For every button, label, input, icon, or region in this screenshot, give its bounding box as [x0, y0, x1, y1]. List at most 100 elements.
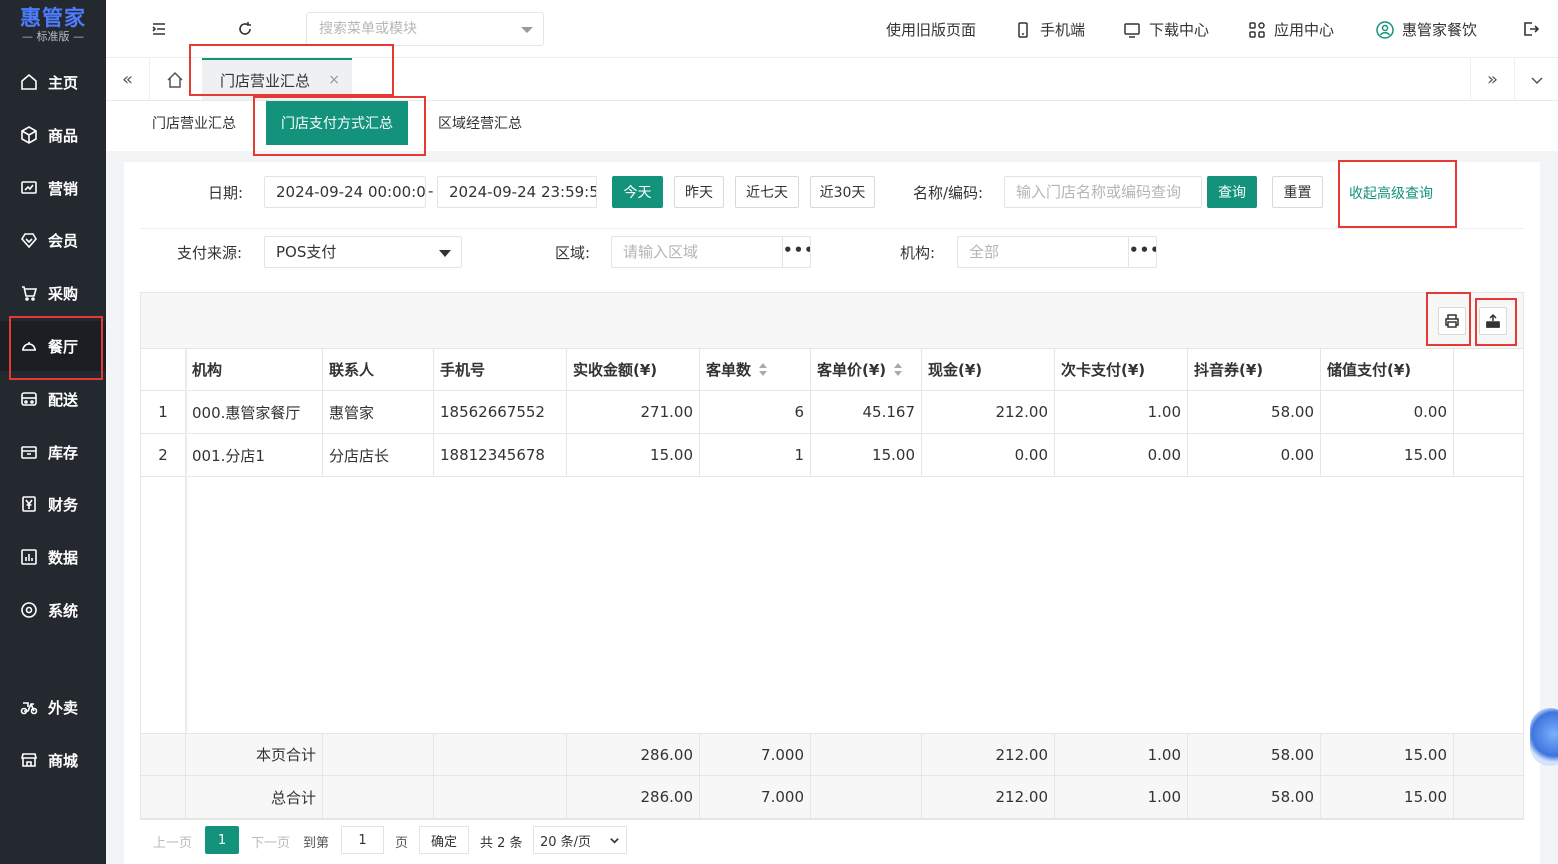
tabs-scroll-left-icon[interactable]: « — [106, 58, 150, 101]
app-center-link[interactable]: 应用中心 — [1248, 19, 1334, 40]
sidebar-item-label: 配送 — [48, 390, 79, 409]
page-number-current[interactable]: 1 — [205, 826, 239, 854]
query-button[interactable]: 查询 — [1207, 176, 1257, 208]
table-row[interactable]: 2 001.分店1 分店店长 18812345678 15.00 1 15.00… — [141, 434, 1523, 477]
column-header-org: 机构 — [186, 349, 323, 390]
goto-confirm-button[interactable]: 确定 — [419, 826, 469, 854]
sidebar-item-data[interactable]: 数据 — [0, 532, 106, 582]
sidebar: 惠管家 — 标准版 — 主页 商品 营销 会员 采购 餐厅 配送 库存 财务 数… — [0, 0, 106, 864]
cell-received-total: 286.00 — [567, 776, 700, 818]
cell-card-total: 1.00 — [1055, 734, 1188, 775]
cell-empty — [434, 734, 567, 775]
apps-icon — [1249, 21, 1265, 38]
next-page-button[interactable]: 下一页 — [251, 832, 290, 851]
mobile-link[interactable]: 手机端 — [1014, 19, 1085, 40]
sidebar-item-mall[interactable]: 商城 — [0, 735, 106, 785]
sidebar-item-purchase[interactable]: 采购 — [0, 268, 106, 318]
sort-icon[interactable] — [759, 362, 768, 377]
sidebar-item-label: 主页 — [48, 73, 79, 92]
date-end-input[interactable]: 2024-09-24 23:59:59 — [437, 176, 597, 208]
column-header-douyin: 抖音券(¥) — [1188, 349, 1321, 390]
reset-button[interactable]: 重置 — [1272, 176, 1323, 208]
chevron-down-icon — [610, 837, 619, 844]
cell-cash: 212.00 — [922, 391, 1055, 433]
sidebar-item-label: 采购 — [48, 284, 79, 303]
last-30-days-button[interactable]: 近30天 — [810, 176, 875, 208]
column-header-order-count[interactable]: 客单数 — [700, 349, 811, 390]
export-button[interactable] — [1479, 307, 1507, 335]
sidebar-item-home[interactable]: 主页 — [0, 57, 106, 107]
sidebar-item-label: 餐厅 — [48, 337, 79, 356]
subtab-store-business[interactable]: 门店营业汇总 — [138, 101, 250, 145]
close-icon[interactable]: × — [328, 72, 340, 88]
date-separator: - — [428, 182, 434, 200]
cell-index: 1 — [141, 391, 186, 433]
column-header-avg-price[interactable]: 客单价(¥) — [811, 349, 922, 390]
sidebar-item-restaurant[interactable]: 餐厅 — [0, 321, 106, 371]
refresh-icon[interactable] — [234, 18, 256, 40]
cell-order-count: 6 — [700, 391, 811, 433]
region-input[interactable]: 请输入区域 ••• — [611, 236, 811, 268]
page-size-value: 20 条/页 — [540, 834, 592, 850]
sidebar-item-marketing[interactable]: 营销 — [0, 163, 106, 213]
sidebar-item-finance[interactable]: 财务 — [0, 479, 106, 529]
goto-page-input[interactable]: 1 — [341, 826, 384, 854]
print-button[interactable] — [1438, 307, 1466, 335]
cell-cash-total: 212.00 — [922, 776, 1055, 818]
cell-org: 001.分店1 — [186, 434, 323, 476]
goto-label: 到第 — [303, 836, 330, 851]
sidebar-item-takeout[interactable]: 外卖 — [0, 682, 106, 732]
org-input[interactable]: 全部 ••• — [957, 236, 1157, 268]
printer-icon — [1445, 314, 1459, 328]
page-unit-label: 页 — [395, 836, 409, 851]
store-name-input[interactable]: 输入门店名称或编码查询 — [1004, 176, 1202, 208]
logout-icon[interactable] — [1520, 18, 1542, 40]
yesterday-button[interactable]: 昨天 — [674, 176, 724, 208]
cell-douyin: 0.00 — [1188, 434, 1321, 476]
scooter-icon — [20, 702, 38, 715]
menu-search-input[interactable]: 搜索菜单或模块 — [306, 12, 544, 46]
payment-source-select[interactable]: POS支付 — [264, 236, 462, 268]
today-button[interactable]: 今天 — [612, 176, 663, 208]
date-start-input[interactable]: 2024-09-24 00:00:00 — [264, 176, 426, 208]
sidebar-item-label: 外卖 — [48, 698, 79, 717]
download-label: 下载中心 — [1149, 21, 1210, 39]
download-center-link[interactable]: 下载中心 — [1123, 19, 1209, 40]
more-dots-icon[interactable]: ••• — [782, 237, 810, 267]
cell-empty — [323, 734, 434, 775]
sidebar-item-inventory[interactable]: 库存 — [0, 427, 106, 477]
table-row[interactable]: 1 000.惠管家餐厅 惠管家 18562667552 271.00 6 45.… — [141, 391, 1523, 434]
cell-total-label: 本页合计 — [186, 734, 323, 775]
cell-total-label: 总合计 — [186, 776, 323, 818]
cell-order-count-total: 7.000 — [700, 776, 811, 818]
subtab-region-business[interactable]: 区域经营汇总 — [426, 101, 534, 145]
chevron-down-icon — [439, 250, 451, 257]
cell-empty — [323, 776, 434, 818]
sidebar-item-system[interactable]: 系统 — [0, 585, 106, 635]
menu-toggle-icon[interactable] — [148, 18, 170, 40]
mobile-label: 手机端 — [1040, 21, 1086, 39]
sidebar-item-goods[interactable]: 商品 — [0, 110, 106, 160]
page-size-select[interactable]: 20 条/页 — [533, 826, 627, 854]
collapse-advanced-link[interactable]: 收起高级查询 — [1349, 183, 1433, 203]
last-7-days-button[interactable]: 近七天 — [735, 176, 799, 208]
sidebar-item-label: 库存 — [48, 443, 79, 462]
cell-phone: 18562667552 — [434, 391, 567, 433]
user-menu[interactable]: 惠管家餐饮 — [1376, 19, 1477, 40]
sort-icon[interactable] — [894, 362, 903, 377]
payment-source-label: 支付来源: — [177, 244, 243, 262]
tabs-menu-chevron-down-icon[interactable] — [1514, 58, 1558, 101]
tabs-scroll-right-icon[interactable]: » — [1470, 58, 1514, 101]
name-code-label: 名称/编码: — [913, 184, 984, 202]
prev-page-button[interactable]: 上一页 — [153, 832, 192, 851]
assistant-float-button[interactable] — [1530, 708, 1558, 766]
old-page-link[interactable]: 使用旧版页面 — [886, 19, 976, 40]
org-placeholder: 全部 — [969, 243, 1000, 261]
sidebar-item-delivery[interactable]: 配送 — [0, 374, 106, 424]
more-dots-icon[interactable]: ••• — [1128, 237, 1156, 267]
home-tab-icon[interactable] — [152, 58, 198, 101]
subtab-store-payment-methods[interactable]: 门店支付方式汇总 — [266, 101, 408, 145]
tab-store-business-summary[interactable]: 门店营业汇总 × — [202, 58, 352, 100]
column-header-label: 客单价(¥) — [817, 361, 887, 379]
sidebar-item-members[interactable]: 会员 — [0, 215, 106, 265]
